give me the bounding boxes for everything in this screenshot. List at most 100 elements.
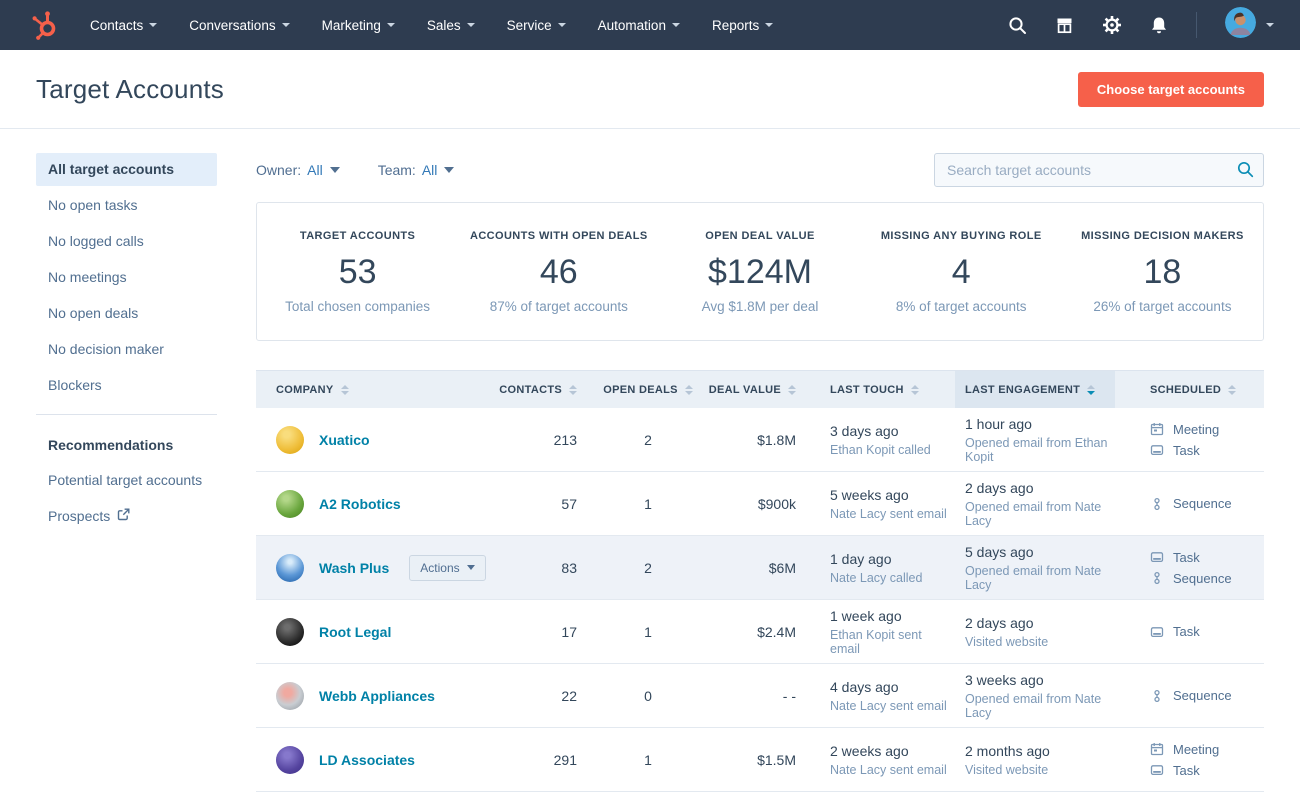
sidebar-item-no-meetings[interactable]: No meetings [36,261,217,294]
last-engagement-time: 5 days ago [965,544,1115,560]
open-deals-count: 1 [591,752,705,768]
company-logo [276,682,304,710]
scheduled-task: Task [1150,624,1264,639]
sort-icon [569,385,577,395]
stat-missing-any-buying-role: MISSING ANY BUYING ROLE 4 8% of target a… [861,230,1062,314]
column-header-contacts[interactable]: CONTACTS [511,371,591,408]
company-logo [276,490,304,518]
task-icon [1150,443,1164,457]
last-touch-detail: Ethan Kopit sent email [830,628,955,656]
company-logo [276,618,304,646]
notifications-bell-icon[interactable] [1150,16,1168,35]
contacts-count: 291 [511,752,591,768]
last-engagement-cell: 1 hour ago Opened email from Ethan Kopit [955,416,1115,464]
search-input[interactable] [934,153,1264,187]
stat-value: 4 [861,253,1062,292]
column-header-scheduled[interactable]: SCHEDULED [1115,371,1264,408]
page-header: Target Accounts Choose target accounts [0,50,1300,129]
nav-item-label: Conversations [189,18,275,33]
sort-icon-active [1087,385,1095,395]
stats-summary-card: TARGET ACCOUNTS 53 Total chosen companie… [256,202,1264,341]
account-menu[interactable] [1225,7,1274,43]
open-deals-count: 2 [591,432,705,448]
company-link[interactable]: Webb Appliances [319,688,435,704]
stat-value: 18 [1062,253,1263,292]
marketplace-icon[interactable] [1055,16,1074,35]
stat-subtext: 8% of target accounts [861,299,1062,314]
company-link[interactable]: Wash Plus [319,560,389,576]
sidebar-item-no-logged-calls[interactable]: No logged calls [36,225,217,258]
nav-item-conversations[interactable]: Conversations [189,18,289,33]
search-icon[interactable] [1237,161,1254,183]
stat-open-deal-value: OPEN DEAL VALUE $124M Avg $1.8M per deal [659,230,860,314]
chevron-down-icon [1266,23,1274,27]
task-icon [1150,763,1164,777]
sidebar-item-label: Prospects [48,508,110,525]
company-link[interactable]: A2 Robotics [319,496,401,512]
nav-item-automation[interactable]: Automation [598,18,680,33]
sidebar-divider [36,414,217,415]
user-avatar[interactable] [1225,7,1256,43]
company-link[interactable]: LD Associates [319,752,415,768]
team-filter-dropdown[interactable]: Team: All [378,162,455,178]
sidebar-item-potential-target-accounts[interactable]: Potential target accounts [36,464,217,497]
settings-gear-icon[interactable] [1102,15,1122,35]
meeting-calendar-icon [1150,742,1164,756]
column-header-last-touch[interactable]: LAST TOUCH [810,371,955,408]
stat-subtext: 26% of target accounts [1062,299,1263,314]
deal-value: $2.4M [705,624,810,640]
last-engagement-detail: Opened email from Nate Lacy [965,692,1115,720]
owner-filter-dropdown[interactable]: Owner: All [256,162,340,178]
nav-item-reports[interactable]: Reports [712,18,773,33]
company-link[interactable]: Root Legal [319,624,391,640]
sidebar-item-no-open-tasks[interactable]: No open tasks [36,189,217,222]
search-icon[interactable] [1008,16,1027,35]
sidebar-item-prospects[interactable]: Prospects [36,500,217,533]
scheduled-cell: Task Sequence [1115,550,1264,586]
last-touch-time: 1 week ago [830,608,955,624]
sidebar-item-all-target-accounts[interactable]: All target accounts [36,153,217,186]
sidebar-item-no-open-deals[interactable]: No open deals [36,297,217,330]
sidebar: All target accounts No open tasks No log… [36,153,217,792]
contacts-count: 57 [511,496,591,512]
last-engagement-time: 2 months ago [965,743,1115,759]
last-engagement-cell: 2 months ago Visited website [955,743,1115,777]
nav-item-sales[interactable]: Sales [427,18,475,33]
nav-item-label: Contacts [90,18,143,33]
actions-dropdown-button[interactable]: Actions [409,555,485,581]
nav-item-contacts[interactable]: Contacts [90,18,157,33]
last-engagement-detail: Opened email from Ethan Kopit [965,436,1115,464]
column-header-open-deals[interactable]: OPEN DEALS [591,371,705,408]
column-header-last-engagement[interactable]: LAST ENGAGEMENT [955,371,1115,408]
column-header-deal-value[interactable]: DEAL VALUE [705,371,810,408]
hubspot-logo-icon[interactable] [30,8,64,42]
choose-target-accounts-button[interactable]: Choose target accounts [1078,72,1264,107]
stat-target-accounts: TARGET ACCOUNTS 53 Total chosen companie… [257,230,458,314]
company-logo [276,554,304,582]
chevron-down-icon [282,23,290,27]
last-touch-time: 3 days ago [830,423,955,439]
page-title: Target Accounts [36,74,224,105]
filter-row: Owner: All Team: All [256,153,1264,187]
stat-label: MISSING DECISION MAKERS [1062,230,1263,242]
column-header-company[interactable]: COMPANY [256,371,511,408]
last-touch-detail: Nate Lacy sent email [830,763,955,777]
sidebar-item-blockers[interactable]: Blockers [36,369,217,402]
scheduled-meeting: Meeting [1150,742,1264,757]
last-touch-cell: 2 weeks ago Nate Lacy sent email [810,743,955,777]
sequence-icon [1150,497,1164,511]
scheduled-task: Task [1150,550,1264,565]
owner-filter-label: Owner: [256,162,301,178]
sidebar-item-no-decision-maker[interactable]: No decision maker [36,333,217,366]
open-deals-count: 0 [591,688,705,704]
stat-label: OPEN DEAL VALUE [659,230,860,242]
nav-item-service[interactable]: Service [507,18,566,33]
deal-value: $900k [705,496,810,512]
last-engagement-time: 2 days ago [965,480,1115,496]
stat-missing-decision-makers: MISSING DECISION MAKERS 18 26% of target… [1062,230,1263,314]
open-deals-count: 1 [591,496,705,512]
nav-item-marketing[interactable]: Marketing [322,18,395,33]
company-link[interactable]: Xuatico [319,432,370,448]
stat-value: $124M [659,253,860,292]
deal-value: $1.8M [705,432,810,448]
